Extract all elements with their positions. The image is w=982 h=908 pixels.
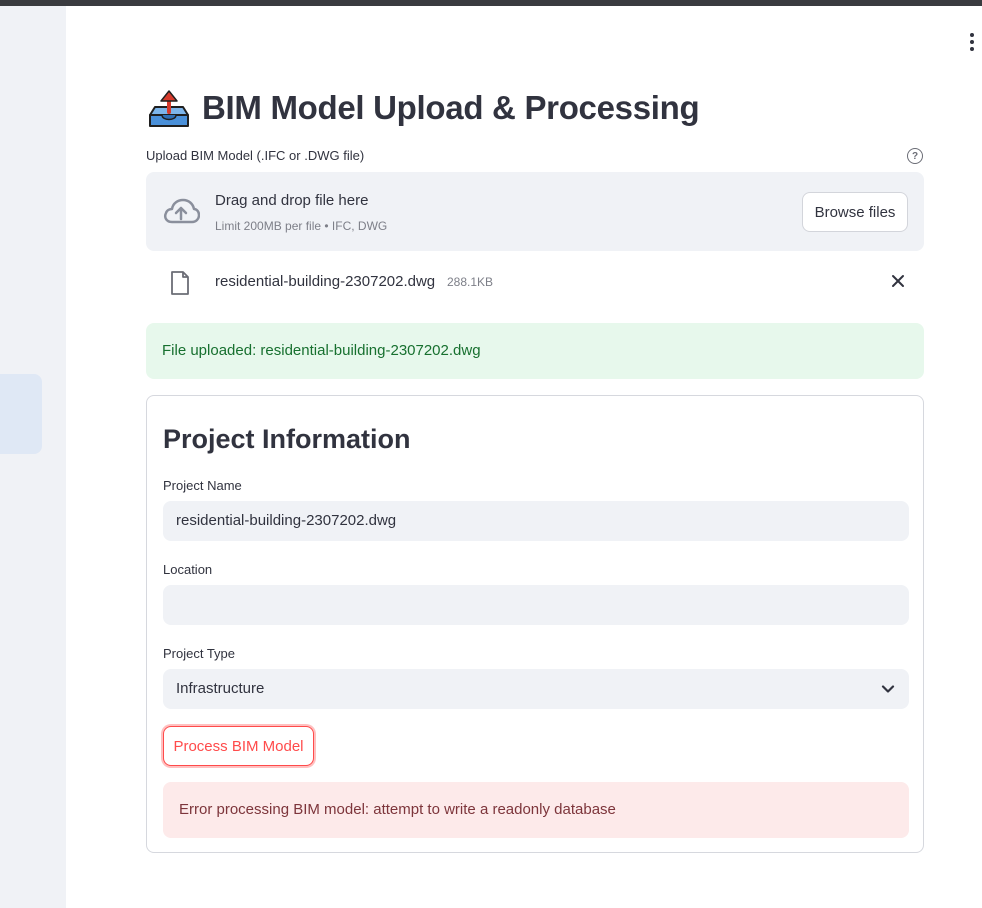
uploaded-file-size: 288.1KB xyxy=(447,275,494,289)
dropzone-subtitle: Limit 200MB per file • IFC, DWG xyxy=(215,219,388,233)
error-alert: Error processing BIM model: attempt to w… xyxy=(163,782,909,838)
file-icon xyxy=(171,271,189,295)
top-bar xyxy=(0,0,982,6)
dropzone-title: Drag and drop file here xyxy=(215,192,369,209)
cloud-upload-icon xyxy=(164,198,200,224)
uploader-label: Upload BIM Model (.IFC or .DWG file) xyxy=(146,148,365,163)
process-bim-button[interactable]: Process BIM Model xyxy=(163,726,314,766)
project-type-value: Infrastructure xyxy=(176,680,265,697)
main-menu-button[interactable] xyxy=(962,32,982,52)
uploaded-file-item: residential-building-2307202.dwg 288.1KB xyxy=(146,264,924,304)
sidebar xyxy=(0,6,66,908)
page-header: BIM Model Upload & Processing xyxy=(146,84,700,132)
location-label: Location xyxy=(163,562,213,577)
project-type-select[interactable]: Infrastructure xyxy=(163,669,909,709)
outbox-tray-icon xyxy=(149,90,189,127)
project-name-input[interactable]: residential-building-2307202.dwg xyxy=(163,501,909,541)
chevron-down-icon xyxy=(881,685,895,693)
browse-files-button[interactable]: Browse files xyxy=(802,192,908,232)
form-title: Project Information xyxy=(163,424,411,454)
question-circle-icon[interactable]: ? xyxy=(907,148,923,164)
project-form: Project Information Project Name residen… xyxy=(146,395,924,853)
dot-icon xyxy=(970,47,974,51)
sidebar-nav-item[interactable] xyxy=(0,374,42,454)
file-dropzone[interactable]: Drag and drop file here Limit 200MB per … xyxy=(146,172,924,251)
dot-icon xyxy=(970,40,974,44)
close-icon[interactable] xyxy=(890,273,906,289)
uploaded-file-name: residential-building-2307202.dwg xyxy=(215,273,436,290)
project-type-label: Project Type xyxy=(163,646,236,661)
project-name-label: Project Name xyxy=(163,478,242,493)
page-title: BIM Model Upload & Processing xyxy=(202,89,700,126)
success-alert: File uploaded: residential-building-2307… xyxy=(146,323,924,379)
location-input[interactable] xyxy=(163,585,909,625)
dot-icon xyxy=(970,33,974,37)
